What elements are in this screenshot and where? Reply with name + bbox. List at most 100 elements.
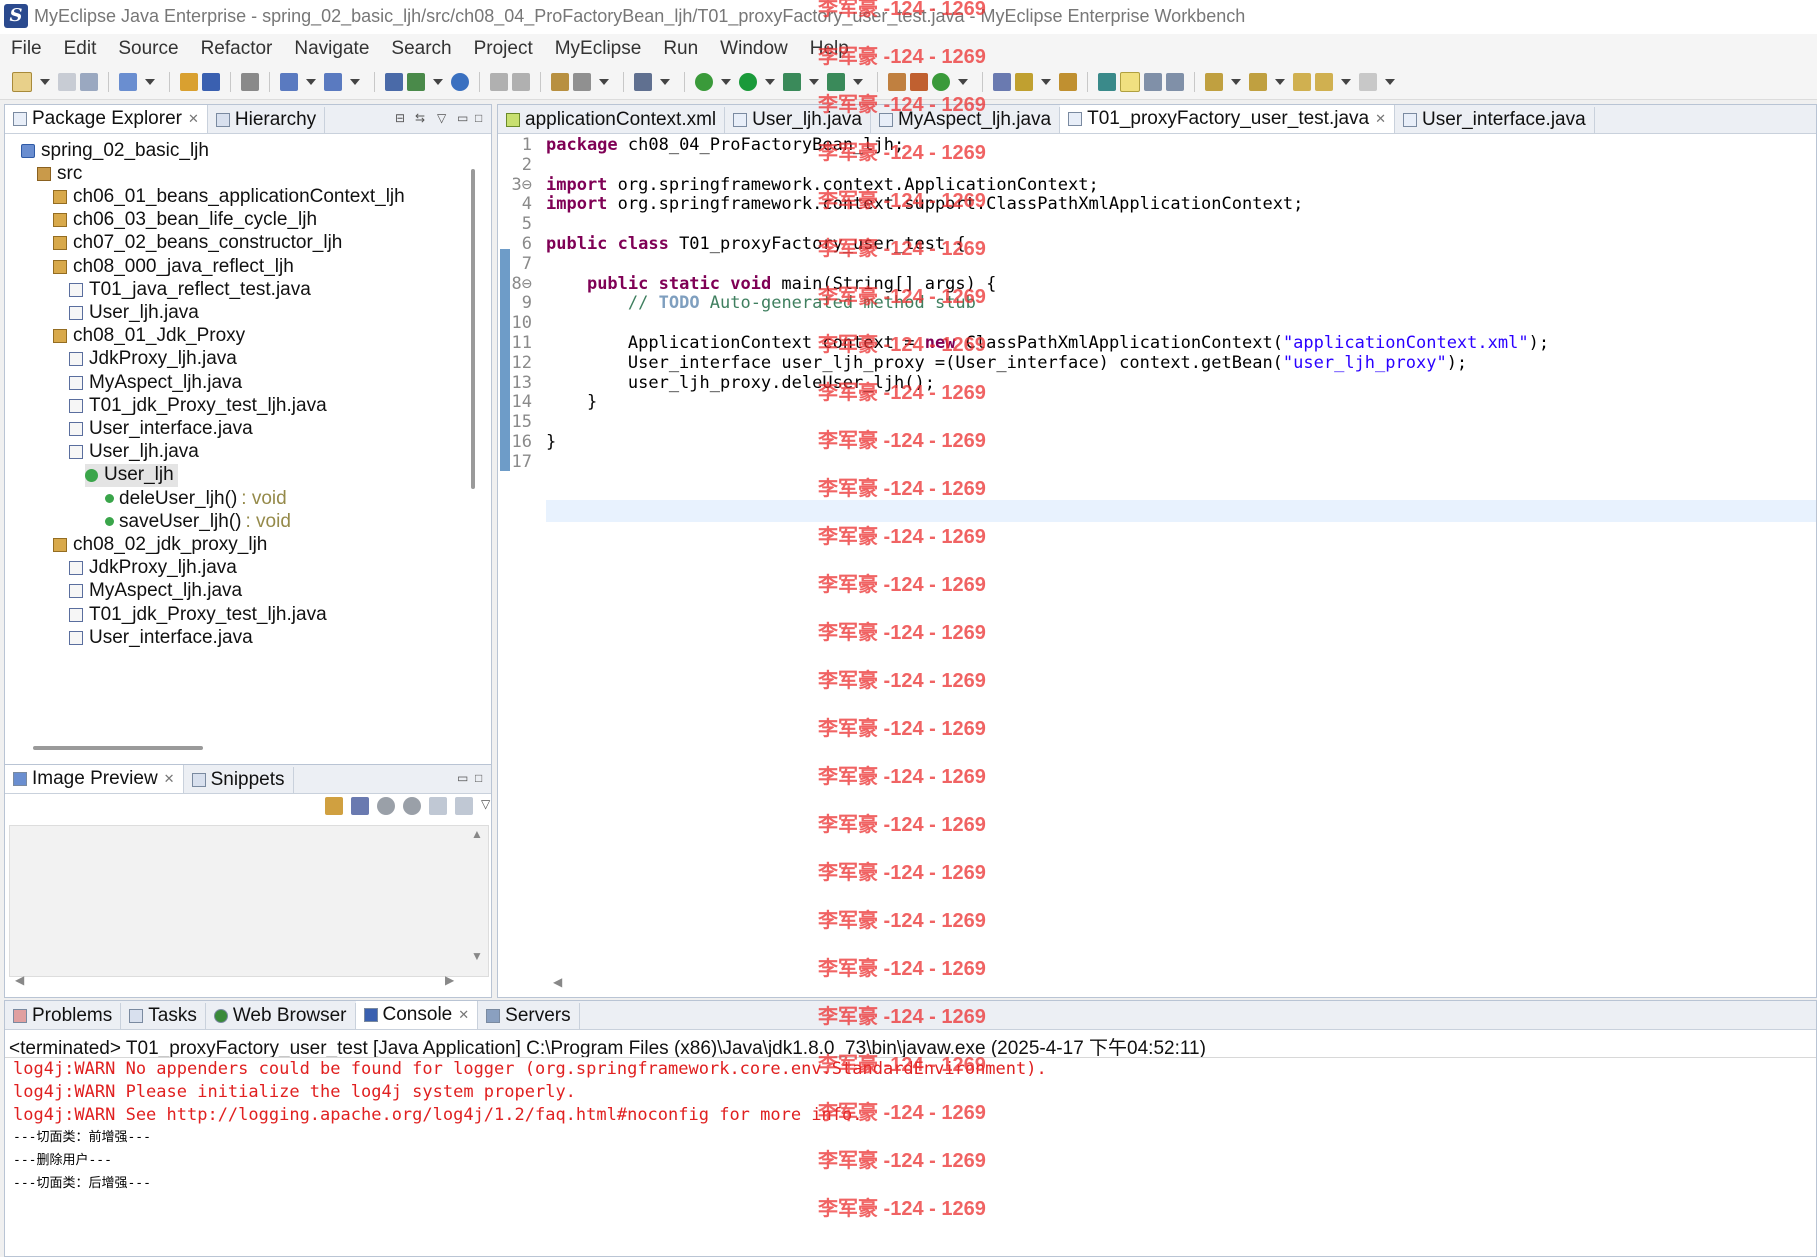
tree-item[interactable]: MyAspect_ljh.java (69, 371, 242, 394)
menu-file[interactable]: File (0, 38, 53, 60)
web-service-dropdown-icon[interactable] (350, 78, 360, 85)
maximize-icon[interactable]: □ (475, 771, 482, 785)
debug-icon[interactable] (695, 72, 713, 91)
tree-item[interactable]: User_ljh (85, 463, 178, 487)
zoom-in-icon[interactable] (403, 797, 421, 815)
zoom-out-icon[interactable] (377, 797, 395, 815)
tree-item[interactable]: JdkProxy_ljh.java (69, 557, 237, 580)
sync-icon[interactable] (325, 797, 343, 815)
tab-console[interactable]: Console ✕ (355, 1001, 479, 1029)
scroll-up-icon[interactable]: ▲ (471, 827, 483, 841)
tab-servers[interactable]: Servers (478, 1003, 580, 1029)
next-annotation-icon[interactable] (1205, 72, 1223, 91)
scroll-left-icon[interactable]: ◀ (15, 973, 24, 987)
run-icon[interactable] (739, 72, 757, 91)
new-class-icon[interactable] (888, 72, 906, 91)
tab-myaspect-ljh-java[interactable]: MyAspect_ljh.java (871, 107, 1061, 133)
tree-item[interactable]: ch08_01_Jdk_Proxy (53, 325, 245, 348)
new-icon[interactable] (12, 71, 32, 92)
database-icon[interactable] (241, 72, 259, 91)
new-project-icon[interactable] (119, 72, 137, 91)
tree-vertical-scrollbar[interactable] (471, 169, 475, 489)
tree-item[interactable]: spring_02_basic_ljh (21, 139, 209, 162)
tab-user-interface-java[interactable]: User_interface.java (1395, 107, 1595, 133)
tab-problems[interactable]: Problems (5, 1003, 122, 1029)
mark-occurrences-icon[interactable] (1120, 71, 1140, 92)
menu-search[interactable]: Search (380, 38, 462, 60)
tab-tasks[interactable]: Tasks (121, 1003, 206, 1029)
monitor-icon[interactable] (634, 72, 652, 91)
tree-item[interactable]: MyAspect_ljh.java (69, 580, 242, 603)
collapse-all-icon[interactable]: ⊟ (395, 111, 405, 125)
menu-run[interactable]: Run (652, 38, 709, 60)
minimize-icon[interactable]: ▭ (457, 111, 468, 125)
skip-icon[interactable] (490, 72, 508, 91)
last-edit-icon[interactable] (1293, 72, 1311, 91)
tree-item[interactable]: ch06_03_bean_life_cycle_ljh (53, 209, 317, 232)
tab-snippets[interactable]: Snippets (184, 767, 294, 793)
tree-horizontal-scrollbar[interactable] (33, 746, 203, 750)
tree-item[interactable]: ch08_000_java_reflect_ljh (53, 255, 294, 278)
save-icon[interactable] (58, 72, 76, 91)
search-dropdown-icon[interactable] (1041, 78, 1051, 85)
server-icon[interactable] (202, 72, 220, 91)
scroll-down-icon[interactable]: ▼ (471, 949, 483, 963)
menu-navigate[interactable]: Navigate (283, 38, 380, 60)
menu-help[interactable]: Help (799, 38, 860, 60)
tab-user-ljh-java[interactable]: User_ljh.java (725, 107, 871, 133)
show-whitespace-icon[interactable] (1166, 72, 1184, 91)
tab-web-browser[interactable]: Web Browser (206, 1003, 356, 1029)
previous-annotation-dropdown-icon[interactable] (1275, 78, 1285, 85)
tab-package-explorer[interactable]: Package Explorer ✕ (5, 105, 208, 133)
menu-refactor[interactable]: Refactor (190, 38, 284, 60)
minimize-icon[interactable]: ▭ (457, 771, 468, 785)
menu-source[interactable]: Source (107, 38, 189, 60)
back-icon[interactable] (1315, 72, 1333, 91)
close-icon[interactable]: ✕ (1375, 111, 1386, 127)
run-server-icon[interactable] (783, 72, 801, 91)
view-menu-icon[interactable]: ▽ (437, 111, 446, 125)
tab-image-preview[interactable]: Image Preview ✕ (5, 765, 184, 793)
actual-size-icon[interactable] (429, 797, 447, 815)
close-icon[interactable]: ✕ (164, 771, 175, 787)
tree-item[interactable]: deleUser_ljh(): void (105, 487, 287, 510)
new-dropdown-icon[interactable] (40, 78, 50, 85)
tree-item[interactable]: saveUser_ljh(): void (105, 510, 291, 533)
run-server-dropdown-icon[interactable] (809, 78, 819, 85)
new-interface-icon[interactable] (932, 72, 950, 91)
next-annotation-dropdown-icon[interactable] (1231, 78, 1241, 85)
open-folder-icon[interactable] (1059, 72, 1077, 91)
tab-applicationcontext-xml[interactable]: applicationContext.xml (498, 107, 726, 133)
maximize-icon[interactable]: □ (475, 111, 482, 125)
forward-icon[interactable] (1359, 72, 1377, 91)
link-editor-icon[interactable]: ⇆ (415, 111, 425, 125)
tree-item[interactable]: ch07_02_beans_constructor_ljh (53, 232, 342, 255)
tab-hierarchy[interactable]: Hierarchy (208, 107, 326, 133)
web-service-icon[interactable] (324, 72, 342, 91)
block-selection-icon[interactable] (1144, 72, 1162, 91)
tool-icon[interactable] (573, 72, 591, 91)
forward-dropdown-icon[interactable] (1385, 78, 1395, 85)
tool-dropdown-icon[interactable] (599, 78, 609, 85)
web-icon[interactable] (280, 72, 298, 91)
close-icon[interactable]: ✕ (458, 1007, 469, 1023)
tree-item[interactable]: T01_java_reflect_test.java (69, 278, 311, 301)
external-tools-dropdown-icon[interactable] (853, 78, 863, 85)
tree-item[interactable]: JdkProxy_ljh.java (69, 348, 237, 371)
close-icon[interactable]: ✕ (188, 111, 199, 127)
deploy-icon[interactable] (180, 72, 198, 91)
toggle-breadcrumb-icon[interactable] (1098, 72, 1116, 91)
tree-item[interactable]: T01_jdk_Proxy_test_ljh.java (69, 394, 327, 417)
debug-dropdown-icon[interactable] (721, 78, 731, 85)
fit-image-icon[interactable] (351, 797, 369, 815)
print-icon[interactable] (80, 72, 98, 91)
tree-item[interactable]: User_interface.java (69, 417, 253, 440)
menu-window[interactable]: Window (709, 38, 799, 60)
previous-annotation-icon[interactable] (1249, 72, 1267, 91)
tree-item[interactable]: User_interface.java (69, 626, 253, 649)
web-dropdown-icon[interactable] (306, 78, 316, 85)
menu-edit[interactable]: Edit (53, 38, 108, 60)
code-editor[interactable]: 1 package ch08_04_ProFactoryBean_ljh; 2 3⊖ i… (498, 135, 1816, 965)
tab-t01-proxyfactory-user-test-java[interactable]: T01_proxyFactory_user_test.java ✕ (1060, 105, 1395, 133)
tree-item[interactable]: ch08_02_jdk_proxy_ljh (53, 533, 267, 556)
